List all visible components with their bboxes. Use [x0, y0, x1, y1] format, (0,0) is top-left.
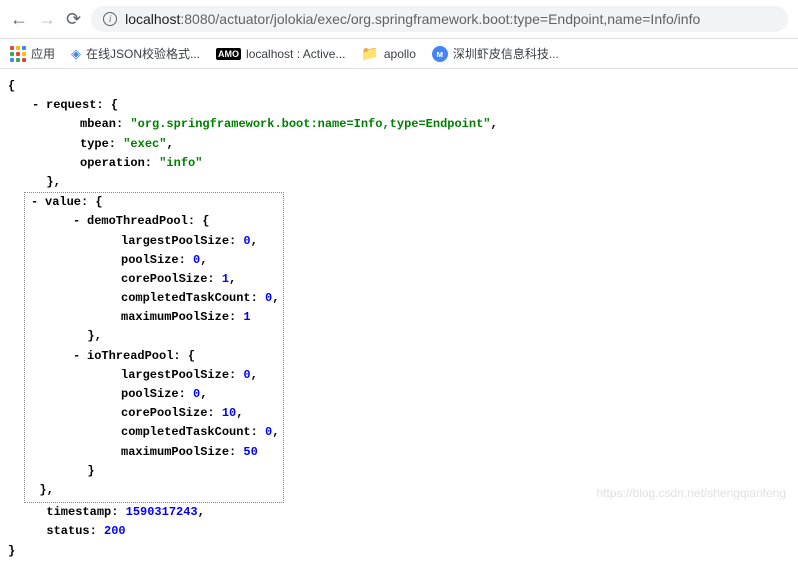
bookmark-apollo[interactable]: 📁 apollo — [361, 45, 415, 62]
collapse-toggle[interactable]: - — [73, 212, 83, 231]
bookmarks-bar: 应用 ◈ 在线JSON校验格式... AMO localhost : Activ… — [0, 39, 798, 69]
site-info-icon[interactable]: i — [103, 12, 117, 26]
bookmark-json[interactable]: ◈ 在线JSON校验格式... — [71, 45, 200, 62]
url-text: localhost:8080/actuator/jolokia/exec/org… — [125, 11, 700, 27]
apps-button[interactable]: 应用 — [10, 45, 55, 62]
amo-icon: AMO — [216, 48, 241, 60]
collapse-toggle[interactable]: - — [31, 193, 41, 212]
apps-icon — [10, 46, 26, 62]
bookmark-localhost[interactable]: AMO localhost : Active... — [216, 47, 345, 61]
address-bar[interactable]: i localhost:8080/actuator/jolokia/exec/o… — [91, 6, 788, 32]
collapse-toggle[interactable]: - — [32, 96, 42, 115]
value-section: -value: { -demoThreadPool: { largestPool… — [24, 192, 284, 503]
watermark: https://blog.csdn.net/shengqianfeng — [597, 486, 786, 500]
company-icon: м — [432, 46, 448, 62]
forward-button[interactable]: → — [38, 9, 56, 30]
bookmark-shenzhen[interactable]: м 深圳虾皮信息科技... — [432, 45, 559, 62]
browser-toolbar: ← → ⟳ i localhost:8080/actuator/jolokia/… — [0, 0, 798, 39]
collapse-toggle[interactable]: - — [73, 347, 83, 366]
reload-button[interactable]: ⟳ — [66, 9, 81, 30]
back-button[interactable]: ← — [10, 9, 28, 30]
folder-icon: 📁 — [361, 45, 378, 62]
diamond-icon: ◈ — [71, 46, 81, 62]
